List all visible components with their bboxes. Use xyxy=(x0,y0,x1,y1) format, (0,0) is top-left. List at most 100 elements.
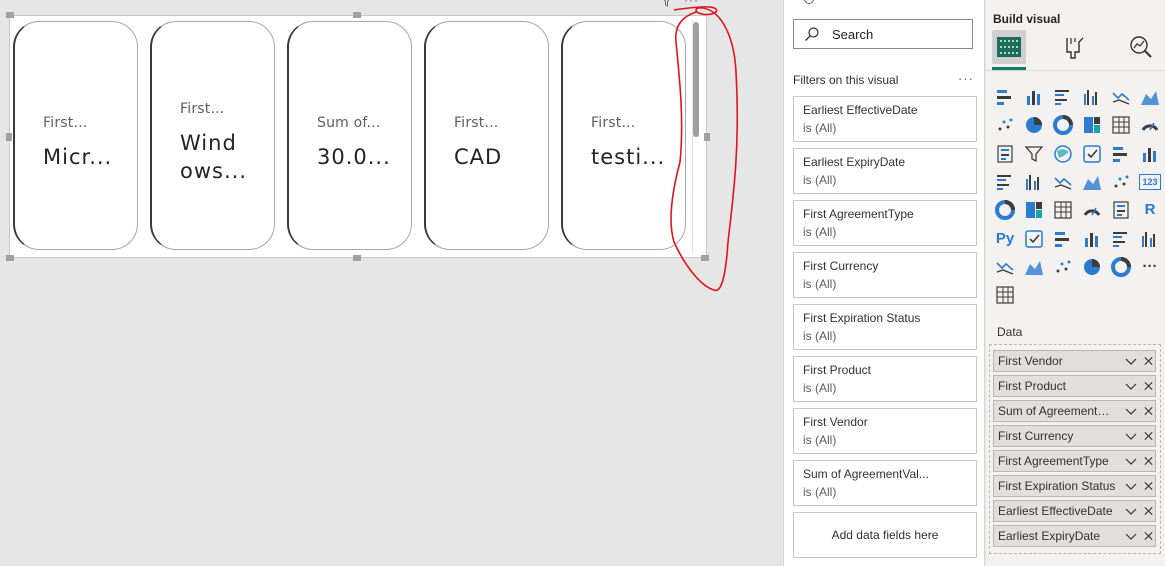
stacked-area-icon[interactable] xyxy=(1052,114,1074,136)
filters-search-input[interactable]: Search xyxy=(793,19,973,49)
card-product: First... Wind ows... xyxy=(150,21,275,250)
build-visual-tab[interactable] xyxy=(992,30,1026,70)
smart-narrative-icon[interactable] xyxy=(1110,228,1132,250)
table-icon[interactable] xyxy=(1081,199,1103,221)
metrics-icon[interactable] xyxy=(1139,228,1161,250)
azure-map-icon[interactable] xyxy=(1081,171,1103,193)
close-icon[interactable] xyxy=(1143,505,1154,517)
matrix-icon[interactable] xyxy=(1110,199,1132,221)
filter-icon[interactable] xyxy=(661,0,672,10)
resize-handle[interactable] xyxy=(353,12,361,18)
area-chart-icon[interactable] xyxy=(1023,114,1045,136)
qa-icon[interactable] xyxy=(1081,228,1103,250)
filter-card-first-currency[interactable]: First Currency is (All) xyxy=(793,252,977,298)
line-clustered-column-icon[interactable] xyxy=(1110,114,1132,136)
field-pill[interactable]: Sum of AgreementVal... xyxy=(993,400,1156,422)
paginated-report-icon[interactable] xyxy=(994,256,1016,278)
python-visual-icon[interactable]: Py xyxy=(994,228,1016,250)
multi-row-card-visual[interactable]: First... Micr... First... Wind ows... Su… xyxy=(9,15,707,258)
multi-row-card-icon[interactable] xyxy=(994,199,1016,221)
new-card-icon[interactable] xyxy=(1023,256,1045,278)
line-and-column-icon[interactable] xyxy=(1081,114,1103,136)
filter-state: is (All) xyxy=(803,173,837,187)
chevron-down-icon[interactable] xyxy=(1125,505,1137,517)
card-label: Sum of... xyxy=(317,115,381,131)
analytics-tab[interactable] xyxy=(1124,30,1158,64)
map-icon[interactable] xyxy=(994,171,1016,193)
stacked-column-icon[interactable] xyxy=(1023,86,1045,108)
key-influencers-icon[interactable] xyxy=(1023,228,1045,250)
field-pill[interactable]: First Product xyxy=(993,375,1156,397)
funnel-icon[interactable] xyxy=(1023,143,1045,165)
close-icon[interactable] xyxy=(1143,380,1154,392)
field-pill[interactable]: First Vendor xyxy=(993,350,1156,372)
chevron-down-icon[interactable] xyxy=(1125,530,1137,542)
kpi-icon[interactable] xyxy=(1023,199,1045,221)
filter-card-earliest-expirydate[interactable]: Earliest ExpiryDate is (All) xyxy=(793,148,977,194)
filter-card-first-product[interactable]: First Product is (All) xyxy=(793,356,977,402)
data-well-label: Data xyxy=(997,325,1023,339)
close-icon[interactable] xyxy=(1143,530,1154,542)
chevron-down-icon[interactable] xyxy=(1125,380,1137,392)
card-value: 30.0... xyxy=(317,145,391,169)
stacked-bar-icon[interactable] xyxy=(994,86,1016,108)
shape-map-icon[interactable] xyxy=(1052,171,1074,193)
scrollbar-thumb[interactable] xyxy=(693,22,699,137)
resize-handle[interactable] xyxy=(6,12,14,18)
decomposition-tree-icon[interactable] xyxy=(1052,228,1074,250)
field-pill[interactable]: Earliest ExpiryDate xyxy=(993,525,1156,547)
chevron-down-icon[interactable] xyxy=(1125,405,1137,417)
filled-map-icon[interactable] xyxy=(1023,171,1045,193)
close-icon[interactable] xyxy=(1143,405,1154,417)
filter-card-earliest-effectivedate[interactable]: Earliest EffectiveDate is (All) xyxy=(793,96,977,142)
add-data-fields-dropzone[interactable]: Add data fields here xyxy=(793,512,977,558)
clustered-bar-icon[interactable] xyxy=(1052,86,1074,108)
field-pill[interactable]: First AgreementType xyxy=(993,450,1156,472)
resize-handle[interactable] xyxy=(353,255,361,261)
build-visual-title: Build visual xyxy=(993,12,1061,26)
clustered-column-icon[interactable] xyxy=(1081,86,1103,108)
r-visual-icon[interactable]: R xyxy=(1139,199,1161,221)
power-apps-icon[interactable] xyxy=(1081,256,1103,278)
ribbon-chart-icon[interactable] xyxy=(1139,114,1161,136)
gauge-icon[interactable] xyxy=(1110,171,1132,193)
get-more-visuals-icon[interactable] xyxy=(994,284,1016,306)
100-stacked-bar-icon[interactable] xyxy=(1110,86,1132,108)
pie-chart-icon[interactable] xyxy=(1081,143,1103,165)
treemap-icon[interactable] xyxy=(1139,143,1161,165)
resize-handle[interactable] xyxy=(6,133,12,141)
chevron-down-icon[interactable] xyxy=(1125,455,1137,467)
format-visual-tab[interactable] xyxy=(1058,30,1092,64)
resize-handle[interactable] xyxy=(704,133,710,141)
field-pill[interactable]: Earliest EffectiveDate xyxy=(993,500,1156,522)
resize-handle[interactable] xyxy=(6,255,14,261)
power-automate-icon[interactable] xyxy=(1110,256,1132,278)
scatter-icon[interactable] xyxy=(1052,143,1074,165)
resize-handle[interactable] xyxy=(701,255,709,261)
more-visuals-icon[interactable]: ··· xyxy=(1139,256,1161,278)
filter-card-first-agreementtype[interactable]: First AgreementType is (All) xyxy=(793,200,977,246)
filter-state: is (All) xyxy=(803,225,837,239)
filter-card-first-expiration-status[interactable]: First Expiration Status is (All) xyxy=(793,304,977,350)
close-icon[interactable] xyxy=(1143,355,1154,367)
close-icon[interactable] xyxy=(1143,455,1154,467)
donut-chart-icon[interactable] xyxy=(1110,143,1132,165)
field-pill[interactable]: First Currency xyxy=(993,425,1156,447)
chevron-down-icon[interactable] xyxy=(1125,480,1137,492)
vertical-scrollbar[interactable] xyxy=(692,20,699,252)
card-icon[interactable]: 123 xyxy=(1139,171,1161,193)
close-icon[interactable] xyxy=(1143,480,1154,492)
arcgis-icon[interactable] xyxy=(1052,256,1074,278)
field-pill[interactable]: First Expiration Status xyxy=(993,475,1156,497)
chevron-down-icon[interactable] xyxy=(1125,355,1137,367)
more-options-icon[interactable]: ··· xyxy=(958,71,974,86)
chevron-down-icon[interactable] xyxy=(1125,430,1137,442)
filter-card-first-vendor[interactable]: First Vendor is (All) xyxy=(793,408,977,454)
slicer-icon[interactable] xyxy=(1052,199,1074,221)
filter-card-sum-of-agreementvalue[interactable]: Sum of AgreementVal... is (All) xyxy=(793,460,977,506)
waterfall-icon[interactable] xyxy=(994,143,1016,165)
more-options-icon[interactable]: ··· xyxy=(684,0,699,7)
line-chart-icon[interactable] xyxy=(994,114,1016,136)
close-icon[interactable] xyxy=(1143,430,1154,442)
100-stacked-column-icon[interactable] xyxy=(1139,86,1161,108)
